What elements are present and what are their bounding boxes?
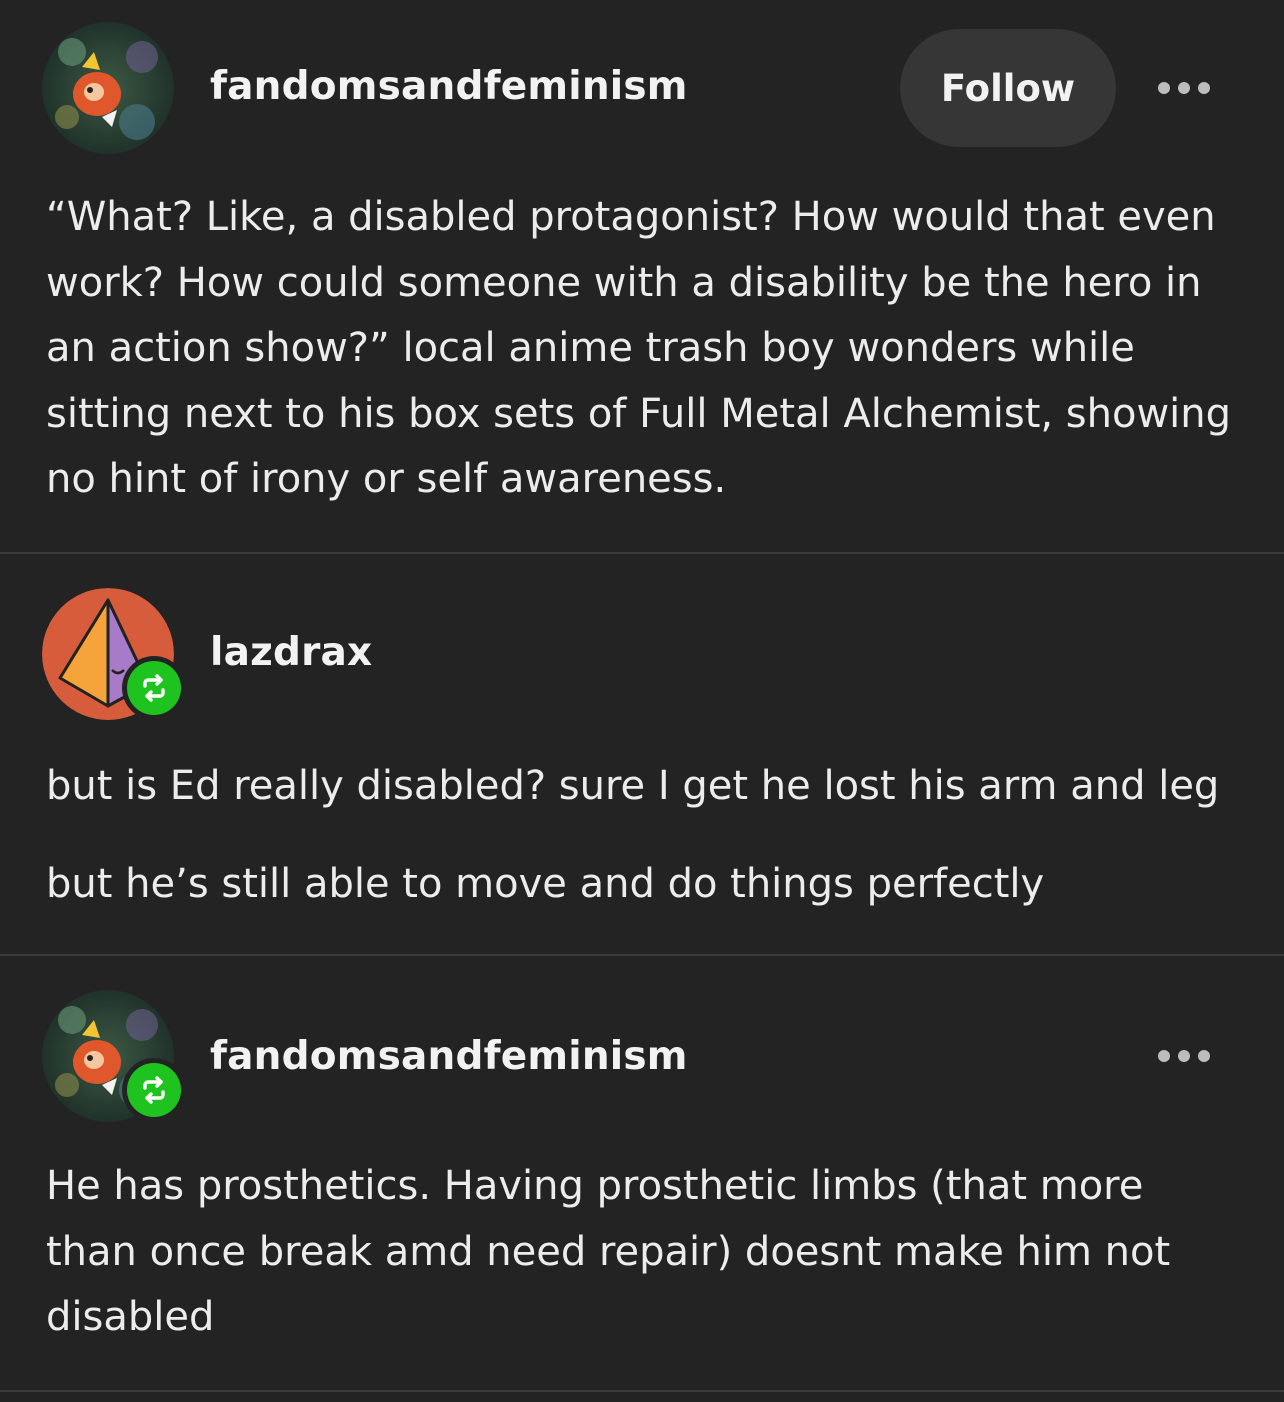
divider <box>0 1390 1284 1392</box>
post-paragraph: but he’s still able to move and do thing… <box>46 861 1045 907</box>
avatar-image <box>42 22 174 154</box>
avatar[interactable] <box>42 990 186 1122</box>
reblog-badge <box>122 656 186 720</box>
post-username[interactable]: lazdrax <box>210 630 372 675</box>
avatar[interactable] <box>42 22 174 154</box>
more-horizontal-icon[interactable] <box>1158 78 1218 98</box>
reblog-badge <box>122 1058 186 1122</box>
reblog-post: fandomsandfeminism He has prosthetics. H… <box>0 956 1284 1390</box>
reblog-icon <box>143 674 165 702</box>
reblog-icon <box>143 1076 165 1104</box>
avatar[interactable] <box>42 588 186 720</box>
post-body: He has prosthetics. Having prosthetic li… <box>46 1163 1171 1340</box>
post-username[interactable]: fandomsandfeminism <box>210 64 688 109</box>
post-paragraph: but is Ed really disabled? sure I get he… <box>46 763 1220 809</box>
post-body: “What? Like, a disabled protagonist? How… <box>46 194 1232 502</box>
post-username[interactable]: fandomsandfeminism <box>210 1034 688 1079</box>
more-horizontal-icon[interactable] <box>1158 1046 1218 1066</box>
follow-button[interactable]: Follow <box>900 29 1116 147</box>
original-post: fandomsandfeminism Follow “What? Like, a… <box>0 0 1284 552</box>
reblog-post: lazdrax but is Ed really disabled? sure … <box>0 554 1284 954</box>
